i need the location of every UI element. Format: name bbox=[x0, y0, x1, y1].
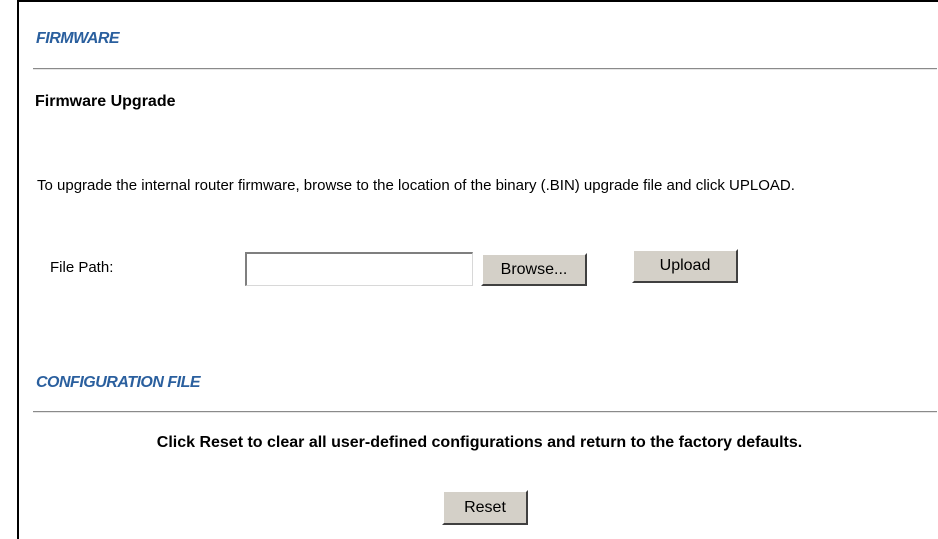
configuration-divider bbox=[33, 411, 937, 413]
firmware-divider bbox=[33, 68, 937, 70]
upload-button[interactable]: Upload bbox=[632, 249, 738, 283]
file-path-label: File Path: bbox=[50, 259, 114, 276]
browse-button[interactable]: Browse... bbox=[481, 253, 587, 286]
reset-description: Click Reset to clear all user-defined co… bbox=[156, 434, 803, 451]
firmware-instructions: To upgrade the internal router firmware,… bbox=[37, 177, 795, 194]
firmware-section-title: FIRMWARE bbox=[36, 30, 120, 47]
file-path-input[interactable] bbox=[245, 252, 473, 286]
firmware-upgrade-subtitle: Firmware Upgrade bbox=[35, 93, 176, 110]
reset-button[interactable]: Reset bbox=[442, 490, 528, 525]
firmware-panel: FIRMWARE Firmware Upgrade To upgrade the… bbox=[17, 0, 938, 539]
configuration-section-title: CONFIGURATION FILE bbox=[36, 374, 201, 391]
